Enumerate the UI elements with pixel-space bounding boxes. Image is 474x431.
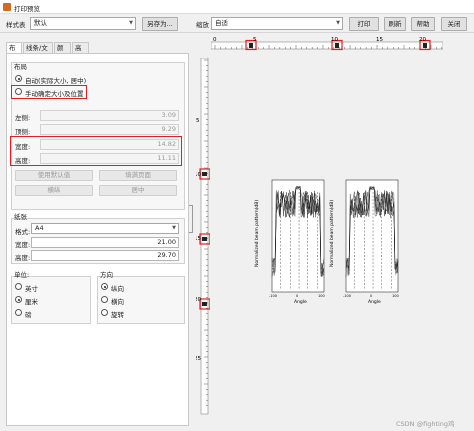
- paper-format-select[interactable]: A4 ▼: [31, 223, 179, 234]
- refresh-button[interactable]: 刷新: [384, 17, 406, 31]
- ruler-left-label: 5: [196, 118, 200, 124]
- tab-color[interactable]: 颜色: [54, 42, 71, 62]
- zoom-label: 缩放: [196, 21, 209, 29]
- style-select-value: 默认: [34, 19, 47, 27]
- page-right-handle[interactable]: [423, 43, 427, 48]
- zoom-select-value: 自适: [215, 19, 228, 27]
- left-plot-xtick: -100: [269, 294, 277, 298]
- fill-page-button[interactable]: 填满页面: [99, 170, 177, 181]
- unit-cm-radio[interactable]: [15, 296, 22, 303]
- chevron-down-icon: ▼: [129, 20, 133, 26]
- ruler-left-label: 25: [196, 356, 201, 362]
- left-margin-handle[interactable]: [249, 43, 253, 48]
- unit-inch-radio[interactable]: [15, 283, 22, 290]
- style-select[interactable]: 默认 ▼: [30, 17, 136, 30]
- top-label: 顶侧:: [15, 128, 31, 136]
- landscape-label: 横向: [111, 298, 124, 306]
- units-title: 单位:: [14, 271, 30, 279]
- auto-layout-label: 自动(实际大小, 居中): [25, 77, 87, 85]
- zoom-select[interactable]: 自适 ▼: [211, 17, 343, 30]
- auto-layout-radio[interactable]: [15, 75, 22, 82]
- ruler-top-label: 0: [213, 37, 217, 43]
- fix-aspect-button[interactable]: 横纵: [15, 185, 93, 196]
- figure-preview: Normalized beam pattern(dB) Angle -100 0…: [254, 179, 399, 305]
- right-plot-xtick: -100: [343, 294, 351, 298]
- bottom-margin-handle[interactable]: [202, 237, 207, 241]
- save-as-button[interactable]: 另存为...: [142, 17, 178, 31]
- portrait-radio[interactable]: [101, 283, 108, 290]
- top-margin-handle[interactable]: [202, 172, 207, 176]
- left-plot-xtick: 0: [296, 294, 298, 298]
- layout-group-title: 布局: [14, 63, 27, 71]
- right-margin-handle[interactable]: [335, 43, 339, 48]
- highlight-size: [10, 136, 182, 166]
- paper-width-label: 宽度:: [15, 241, 31, 249]
- ruler-left-label: 20: [196, 297, 201, 303]
- unit-inch-label: 英寸: [25, 285, 38, 293]
- format-label: 格式:: [15, 228, 31, 236]
- style-label: 样式表: [6, 21, 26, 29]
- right-plot-xtick: 0: [370, 294, 372, 298]
- tab-advanced[interactable]: 高级: [72, 42, 89, 62]
- ruler-top-label: 10: [331, 37, 338, 43]
- left-plot-ylabel: Normalized beam pattern(dB): [254, 200, 260, 267]
- left-plot-xtick: 100: [318, 294, 325, 298]
- portrait-label: 纵向: [111, 285, 124, 293]
- app-icon: [3, 3, 11, 11]
- right-plot-xtick: 100: [392, 294, 399, 298]
- chevron-down-icon: ▼: [172, 225, 176, 231]
- right-plot-ylabel: Normalized beam pattern(dB): [329, 200, 335, 267]
- tab-lines-text[interactable]: 线条/文本: [23, 42, 53, 62]
- top-field[interactable]: 9.29: [40, 124, 179, 135]
- watermark-text: CSDN @fighting鸡: [396, 420, 455, 428]
- ruler-top-label: 5: [253, 37, 257, 43]
- splitter-handle[interactable]: [189, 205, 193, 233]
- chevron-down-icon: ▼: [336, 20, 340, 26]
- unit-pt-radio[interactable]: [15, 309, 22, 316]
- paper-height-field[interactable]: 29.70: [31, 250, 179, 261]
- paper-format-value: A4: [35, 224, 44, 232]
- paper-group-title: 纸张: [14, 213, 27, 221]
- window-title: 打印预览: [14, 5, 40, 13]
- unit-pt-label: 磅: [25, 311, 32, 319]
- help-button[interactable]: 帮助: [411, 17, 435, 31]
- page-bottom-handle[interactable]: [202, 302, 207, 306]
- center-button[interactable]: 居中: [99, 185, 177, 196]
- rotate-label: 旋转: [111, 311, 124, 319]
- right-plot-xlabel: Angle: [368, 299, 381, 305]
- left-plot-axes: [271, 179, 325, 293]
- highlight-manual: [11, 85, 87, 99]
- top-ruler: 5 10 20 0 15: [211, 37, 443, 51]
- settings-panel: 布局 自动(实际大小, 居中) 手动确定大小及位置 左侧: 3.09 顶侧: 9…: [6, 53, 189, 426]
- ruler-top-label: 20: [419, 37, 426, 43]
- orientation-title: 方向: [100, 271, 113, 279]
- left-label: 左侧:: [15, 114, 31, 122]
- use-default-button[interactable]: 使用默认值: [15, 170, 93, 181]
- paper-width-field[interactable]: 21.00: [31, 237, 179, 248]
- ruler-left-label: 15: [196, 236, 201, 242]
- close-button[interactable]: 关闭: [441, 17, 467, 31]
- landscape-radio[interactable]: [101, 296, 108, 303]
- left-field[interactable]: 3.09: [40, 110, 179, 121]
- ruler-top-label: 15: [376, 37, 383, 43]
- left-ruler: 5 10 15 20 25: [196, 58, 210, 415]
- units-group: [11, 276, 91, 324]
- rotate-radio[interactable]: [101, 309, 108, 316]
- title-bar: 打印预览: [0, 0, 474, 14]
- paper-height-label: 高度:: [15, 254, 31, 262]
- ruler-left-label: 10: [196, 172, 201, 178]
- unit-cm-label: 厘米: [25, 298, 38, 306]
- left-plot-xlabel: Angle: [294, 299, 307, 305]
- toolbar: 样式表 默认 ▼ 另存为... 缩放 自适 ▼ 打印 刷新 帮助 关闭: [0, 14, 474, 33]
- print-button[interactable]: 打印: [349, 17, 379, 31]
